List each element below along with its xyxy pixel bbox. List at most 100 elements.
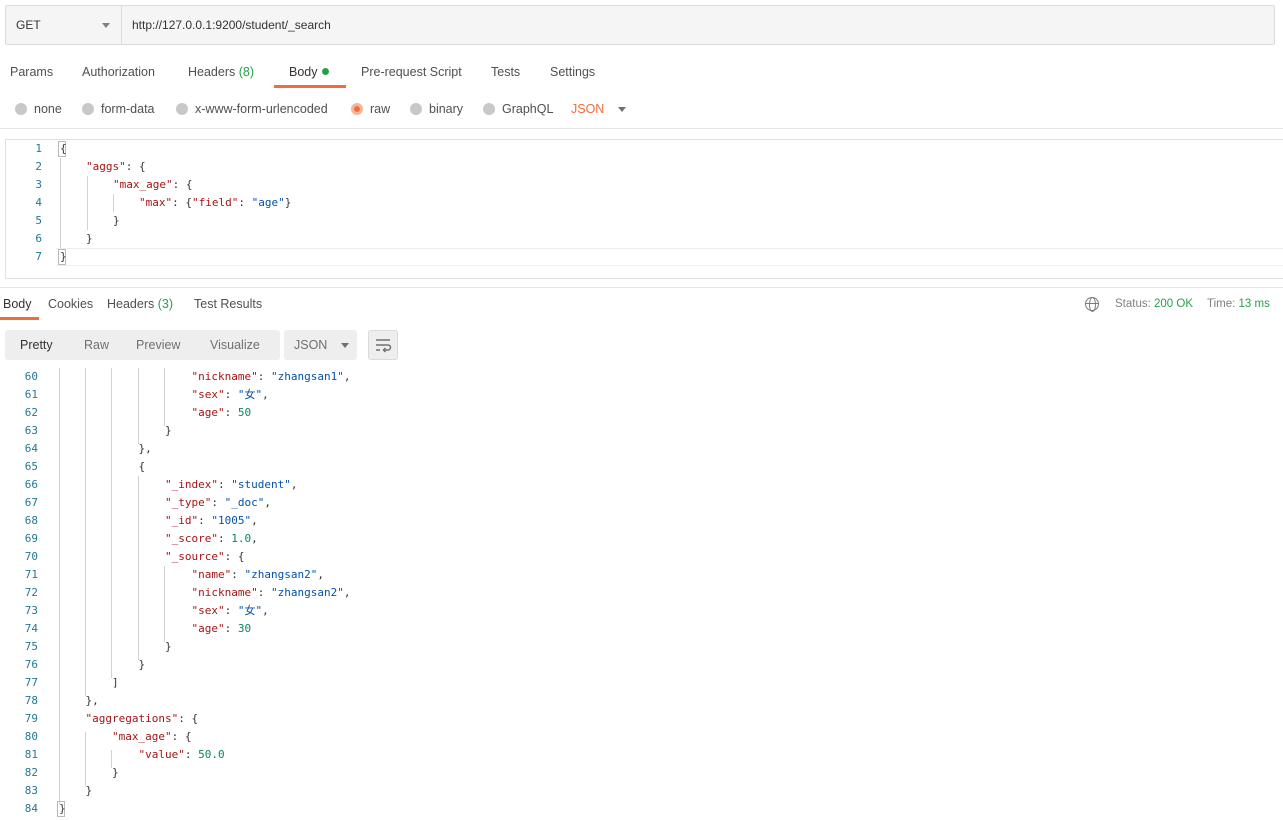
line-number: 4 xyxy=(35,196,42,209)
tab-response-headers[interactable]: Headers (3) xyxy=(107,291,173,317)
divider xyxy=(0,128,1283,129)
code-line: "_id": "1005", xyxy=(165,514,258,527)
indent-guide xyxy=(164,566,165,642)
code-line: "age": 50 xyxy=(191,406,252,419)
line-number: 70 xyxy=(24,550,38,563)
response-body-viewer[interactable]: 60 "nickname": "zhangsan1", 61 "sex": "女", 6… xyxy=(0,368,1283,820)
code-line: } xyxy=(165,640,172,653)
view-pretty[interactable]: Pretty xyxy=(20,330,53,360)
code-line: ] xyxy=(112,676,119,689)
line-number: 83 xyxy=(24,784,38,797)
line-number: 74 xyxy=(24,622,38,635)
chevron-down-icon xyxy=(102,22,110,28)
status-value: 200 OK xyxy=(1154,298,1194,310)
line-number: 1 xyxy=(35,142,42,155)
tab-test-results[interactable]: Test Results xyxy=(194,291,262,317)
line-number: 62 xyxy=(24,406,38,419)
code-line: "max_age": { xyxy=(113,178,193,191)
method-select[interactable]: GET xyxy=(6,6,122,44)
request-url-bar: GET http://127.0.0.1:9200/student/_searc… xyxy=(5,5,1275,45)
tab-cookies[interactable]: Cookies xyxy=(48,291,93,317)
line-number: 67 xyxy=(24,496,38,509)
radio-circle-icon xyxy=(410,103,422,115)
url-text: http://127.0.0.1:9200/student/_search xyxy=(132,18,331,32)
tab-settings[interactable]: Settings xyxy=(550,56,595,88)
code-line: "name": "zhangsan2", xyxy=(191,568,324,581)
radio-binary[interactable]: binary xyxy=(410,98,463,120)
view-preview[interactable]: Preview xyxy=(136,330,180,360)
tab-params[interactable]: Params xyxy=(10,56,53,88)
code-line: } xyxy=(165,424,172,437)
tab-pre-request-script[interactable]: Pre-request Script xyxy=(361,56,462,88)
view-raw[interactable]: Raw xyxy=(84,330,109,360)
line-number: 80 xyxy=(24,730,38,743)
indent-guide xyxy=(59,368,60,804)
code-line: } xyxy=(138,658,146,671)
indent-guide xyxy=(113,194,114,212)
radio-graphql[interactable]: GraphQL xyxy=(483,98,553,120)
line-number: 68 xyxy=(24,514,38,527)
code-line: "value": 50.0 xyxy=(138,748,225,761)
code-line: "nickname": "zhangsan2", xyxy=(191,586,351,599)
line-number: 75 xyxy=(24,640,38,653)
code-line: "aggregations": { xyxy=(85,712,199,725)
request-body-editor[interactable]: 1 2 3 4 5 6 7 { "aggs": { "max_age": { "… xyxy=(5,139,1283,279)
code-line: "nickname": "zhangsan1", xyxy=(191,370,351,383)
line-number: 82 xyxy=(24,766,38,779)
radio-circle-icon xyxy=(15,103,27,115)
radio-none[interactable]: none xyxy=(15,98,62,120)
chevron-down-icon xyxy=(341,342,350,348)
active-tab-underline xyxy=(0,317,39,320)
code-line: "_source": { xyxy=(165,550,245,563)
method-label: GET xyxy=(16,18,41,32)
code-line: "age": 30 xyxy=(191,622,252,635)
code-line: { xyxy=(138,460,146,473)
line-number: 7 xyxy=(35,250,42,263)
indent-guide xyxy=(85,368,86,696)
response-headers-count: (3) xyxy=(157,297,174,311)
chevron-down-icon xyxy=(618,106,627,112)
line-number: 60 xyxy=(24,370,38,383)
radio-raw[interactable]: raw xyxy=(351,98,390,120)
tab-response-body[interactable]: Body xyxy=(3,291,32,317)
response-format-select[interactable]: JSON xyxy=(284,330,357,360)
code-line: "aggs": { xyxy=(86,160,146,173)
line-number: 72 xyxy=(24,586,38,599)
radio-urlencoded[interactable]: x-www-form-urlencoded xyxy=(176,98,328,120)
tab-tests[interactable]: Tests xyxy=(491,56,520,88)
line-number: 66 xyxy=(24,478,38,491)
indent-guide xyxy=(164,368,165,426)
active-tab-underline xyxy=(274,85,346,88)
code-line: "sex": "女", xyxy=(191,388,269,401)
line-number: 73 xyxy=(24,604,38,617)
response-tabs: Body Cookies Headers (3) Test Results St… xyxy=(0,291,1283,320)
radio-circle-icon xyxy=(483,103,495,115)
line-number: 77 xyxy=(24,676,38,689)
body-indicator-dot xyxy=(321,68,329,75)
line-number: 5 xyxy=(35,214,42,227)
body-language-select[interactable]: JSON xyxy=(571,98,627,120)
line-number: 6 xyxy=(35,232,42,245)
code-line: } xyxy=(85,784,93,797)
view-visualize[interactable]: Visualize xyxy=(210,330,260,360)
code-line: } xyxy=(60,250,67,263)
radio-circle-icon xyxy=(176,103,188,115)
body-type-options: none form-data x-www-form-urlencoded raw… xyxy=(0,98,1283,120)
globe-icon[interactable] xyxy=(1085,297,1099,312)
code-line: } xyxy=(86,232,93,245)
wrap-lines-button[interactable] xyxy=(368,330,398,360)
radio-form-data[interactable]: form-data xyxy=(82,98,155,120)
time-indicator: Time: 13 ms xyxy=(1207,298,1270,310)
line-number: 63 xyxy=(24,424,38,437)
line-number: 3 xyxy=(35,178,42,191)
url-input[interactable]: http://127.0.0.1:9200/student/_search xyxy=(122,6,1274,44)
tab-headers[interactable]: Headers (8) xyxy=(188,56,254,88)
tab-body[interactable]: Body xyxy=(289,56,329,88)
response-view-modes: Pretty Raw Preview Visualize xyxy=(5,330,280,360)
line-number: 61 xyxy=(24,388,38,401)
current-line-highlight xyxy=(56,248,1283,266)
line-number: 64 xyxy=(24,442,38,455)
code-line: } xyxy=(112,766,119,779)
line-number: 69 xyxy=(24,532,38,545)
tab-authorization[interactable]: Authorization xyxy=(82,56,155,88)
